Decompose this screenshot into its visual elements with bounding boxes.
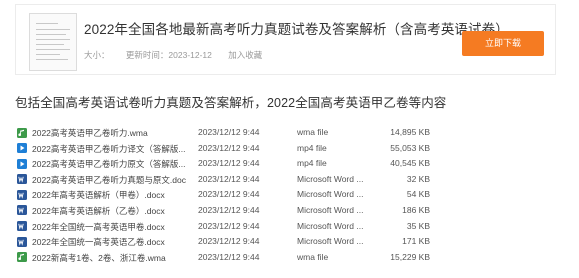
word-file-icon bbox=[17, 205, 27, 216]
resource-description: 包括全国高考英语试卷听力真题及答案解析，2022全国高考英语甲乙卷等内容 bbox=[15, 96, 447, 110]
file-size: 171 KB bbox=[402, 236, 430, 247]
video-file-icon bbox=[17, 143, 27, 154]
file-row[interactable]: 2022高考英语甲乙卷听力译文（答解版... 2023/12/12 9:44 m… bbox=[15, 141, 560, 157]
updated-value: 2023-12-12 bbox=[168, 50, 212, 60]
audio-file-icon bbox=[17, 252, 27, 263]
document-thumbnail[interactable] bbox=[29, 13, 77, 71]
file-date: 2023/12/12 9:44 bbox=[198, 204, 260, 215]
file-name: 2022年全国统一高考英语乙卷.docx bbox=[32, 237, 165, 248]
file-name: 2022年高考英语解析（甲卷）.docx bbox=[32, 190, 165, 201]
resource-card: 2022年全国各地最新高考听力真题试卷及答案解析（含高考英语试卷） 大小： 更新… bbox=[15, 4, 556, 75]
file-row[interactable]: 2022年全国统一高考英语乙卷.docx 2023/12/12 9:44 Mic… bbox=[15, 234, 560, 250]
file-type: Microsoft Word ... bbox=[297, 173, 364, 184]
file-size: 15,229 KB bbox=[390, 251, 430, 262]
file-name: 2022高考英语甲乙卷听力译文（答解版... bbox=[32, 143, 186, 154]
file-date: 2023/12/12 9:44 bbox=[198, 220, 260, 231]
file-type: wma file bbox=[297, 251, 329, 262]
file-type: mp4 file bbox=[297, 142, 327, 153]
file-type: Microsoft Word ... bbox=[297, 204, 364, 215]
word-file-icon bbox=[17, 221, 27, 232]
resource-meta: 大小： 更新时间：2023-12-12 加入收藏 bbox=[84, 49, 276, 61]
file-row[interactable]: 2022高考英语甲乙卷听力.wma 2023/12/12 9:44 wma fi… bbox=[15, 125, 560, 141]
audio-file-icon bbox=[17, 127, 27, 138]
file-name: 2022年高考英语解析（乙卷）.docx bbox=[32, 205, 165, 216]
updated-label: 更新时间： bbox=[125, 50, 169, 60]
file-date: 2023/12/12 9:44 bbox=[198, 189, 260, 200]
file-date: 2023/12/12 9:44 bbox=[198, 236, 260, 247]
file-date: 2023/12/12 9:44 bbox=[198, 251, 260, 262]
file-row[interactable]: 2022高考英语甲乙卷听力原文（答解版... 2023/12/12 9:44 m… bbox=[15, 156, 560, 172]
file-type: Microsoft Word ... bbox=[297, 236, 364, 247]
video-file-icon bbox=[17, 158, 27, 169]
size-label: 大小： bbox=[84, 50, 110, 60]
file-size: 186 KB bbox=[402, 204, 430, 215]
file-name: 2022新高考1卷、2卷、浙江卷.wma bbox=[32, 252, 166, 263]
file-name: 2022高考英语甲乙卷听力.wma bbox=[32, 128, 148, 138]
word-file-icon bbox=[17, 174, 27, 185]
word-file-icon bbox=[17, 236, 27, 247]
download-button[interactable]: 立即下载 bbox=[462, 31, 544, 56]
resource-title: 2022年全国各地最新高考听力真题试卷及答案解析（含高考英语试卷） bbox=[84, 22, 509, 37]
file-size: 14,895 KB bbox=[390, 127, 430, 137]
file-size: 32 KB bbox=[406, 173, 430, 184]
file-row[interactable]: 2022年高考英语解析（乙卷）.docx 2023/12/12 9:44 Mic… bbox=[15, 203, 560, 219]
file-size: 54 KB bbox=[406, 189, 430, 200]
file-type: mp4 file bbox=[297, 158, 327, 169]
file-size: 35 KB bbox=[406, 220, 430, 231]
file-row[interactable]: 2022年高考英语解析（甲卷）.docx 2023/12/12 9:44 Mic… bbox=[15, 187, 560, 203]
file-date: 2023/12/12 9:44 bbox=[198, 127, 260, 137]
file-row[interactable]: 2022新高考1卷、2卷、浙江卷.wma 2023/12/12 9:44 wma… bbox=[15, 250, 560, 266]
file-date: 2023/12/12 9:44 bbox=[198, 158, 260, 169]
add-favorite-link[interactable]: 加入收藏 bbox=[228, 50, 262, 60]
file-type: Microsoft Word ... bbox=[297, 189, 364, 200]
file-name: 2022年全国统一高考英语甲卷.docx bbox=[32, 221, 165, 232]
file-row[interactable]: 2022年全国统一高考英语甲卷.docx 2023/12/12 9:44 Mic… bbox=[15, 219, 560, 235]
file-name: 2022高考英语甲乙卷听力原文（答解版... bbox=[32, 159, 186, 170]
file-row[interactable]: 2022高考英语甲乙卷听力真题与原文.doc 2023/12/12 9:44 M… bbox=[15, 172, 560, 188]
file-date: 2023/12/12 9:44 bbox=[198, 173, 260, 184]
word-file-icon bbox=[17, 189, 27, 200]
file-date: 2023/12/12 9:44 bbox=[198, 142, 260, 153]
file-size: 40,545 KB bbox=[390, 158, 430, 169]
file-name: 2022高考英语甲乙卷听力真题与原文.doc bbox=[32, 174, 186, 185]
file-type: wma file bbox=[297, 127, 329, 137]
file-size: 55,053 KB bbox=[390, 142, 430, 153]
file-list: 2022高考英语甲乙卷听力.wma 2023/12/12 9:44 wma fi… bbox=[15, 125, 560, 265]
file-type: Microsoft Word ... bbox=[297, 220, 364, 231]
